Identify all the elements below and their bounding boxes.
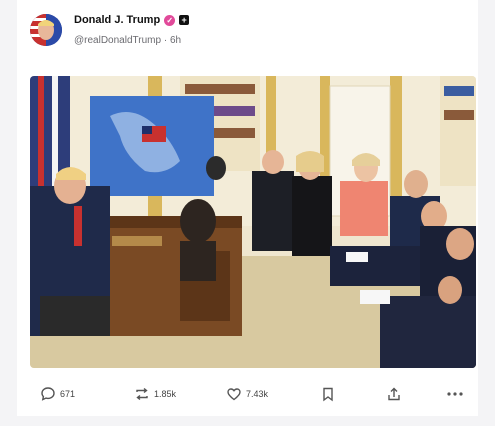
bookmark-icon — [323, 387, 333, 402]
author-handle[interactable]: @realDonaldTrump — [74, 35, 161, 46]
share-button[interactable] — [386, 382, 402, 406]
heart-icon — [227, 388, 241, 401]
repost-count: 1.85k — [154, 389, 177, 399]
more-icon — [447, 392, 463, 396]
author-name-row: Donald J. Trump ✓ + — [74, 14, 190, 26]
like-button[interactable]: 7.43k — [226, 382, 268, 406]
separator-dot: · — [163, 35, 168, 46]
share-icon — [388, 387, 400, 401]
reply-count: 671 — [60, 389, 76, 399]
like-count: 7.43k — [246, 389, 269, 399]
handle-row: @realDonaldTrump · 6h — [74, 35, 181, 46]
repost-button[interactable]: 1.85k — [134, 382, 176, 406]
plus-box-icon[interactable]: + — [179, 15, 190, 25]
post-timestamp[interactable]: 6h — [170, 35, 181, 46]
comment-icon — [41, 387, 55, 401]
avatar[interactable] — [30, 14, 62, 46]
author-name[interactable]: Donald J. Trump — [74, 14, 160, 26]
action-bar: 671 1.85k 7.43k — [30, 382, 476, 406]
reply-button[interactable]: 671 — [40, 382, 75, 406]
post-image[interactable] — [30, 76, 476, 368]
repost-icon — [136, 387, 148, 401]
more-button[interactable] — [446, 382, 464, 406]
bookmark-button[interactable] — [320, 382, 336, 406]
verified-badge-icon: ✓ — [164, 14, 176, 26]
post-card: Donald J. Trump ✓ + @realDonaldTrump · 6… — [17, 0, 478, 416]
